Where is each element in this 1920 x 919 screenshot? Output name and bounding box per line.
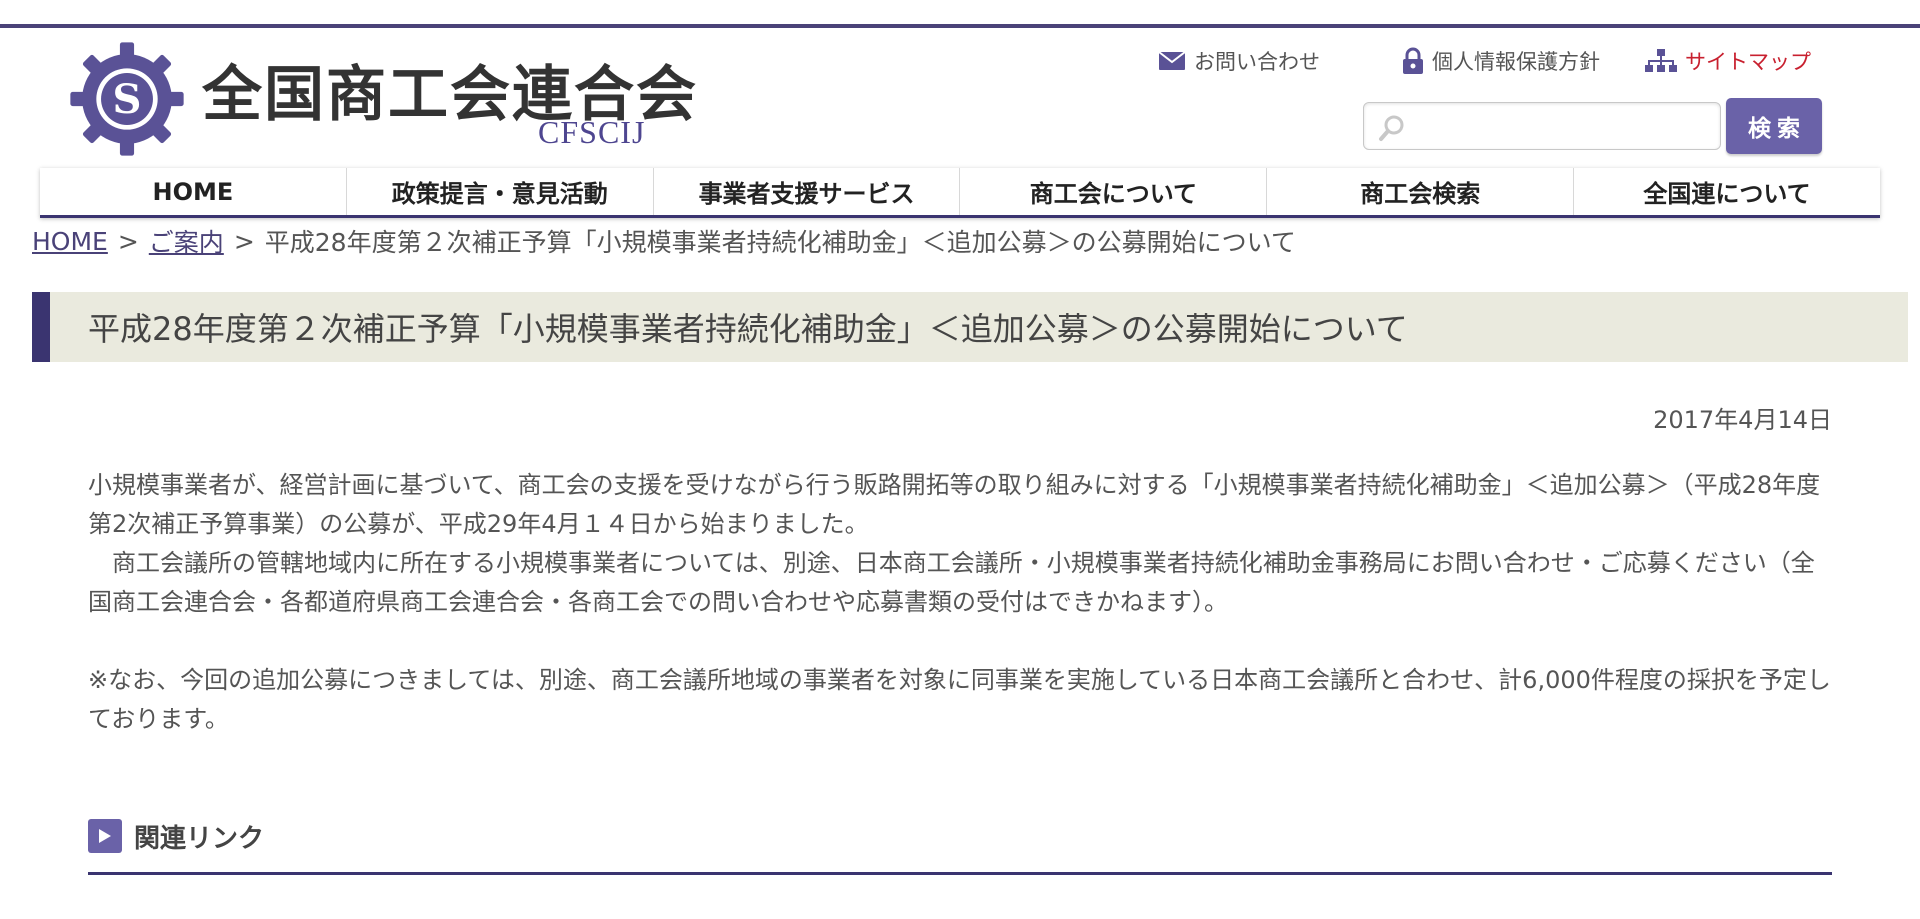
article-paragraph: ※なお、今回の追加公募につきましては、別途、商工会議所地域の事業者を対象に同事業…	[88, 666, 1831, 733]
sitemap-icon	[1645, 49, 1677, 72]
global-nav: HOME 政策提言・意見活動 事業者支援サービス 商工会について 商工会検索 全…	[40, 168, 1880, 218]
sitemap-link[interactable]: サイトマップ	[1645, 46, 1811, 76]
breadcrumb-separator: >	[117, 226, 139, 256]
related-links-label: 関連リンク	[134, 823, 265, 854]
related-links-rule	[88, 872, 1832, 875]
search-button[interactable]: 検索	[1726, 98, 1822, 154]
logo-subtitle: CFSCIJ	[538, 114, 646, 150]
sitemap-label: サイトマップ	[1685, 50, 1811, 74]
privacy-link[interactable]: 個人情報保護方針	[1402, 46, 1600, 76]
contact-link[interactable]: お問い合わせ	[1158, 46, 1320, 76]
mail-icon	[1158, 51, 1186, 70]
nav-item-support[interactable]: 事業者支援サービス	[654, 168, 961, 215]
play-arrow-icon	[88, 819, 122, 853]
nav-item-about-federation[interactable]: 全国連について	[1574, 168, 1880, 215]
post-date: 2017年4月14日	[1653, 406, 1832, 434]
emblem-letter: S	[113, 76, 142, 123]
nav-item-policy[interactable]: 政策提言・意見活動	[347, 168, 654, 215]
breadcrumb-current: 平成28年度第２次補正予算「小規模事業者持続化補助金」＜追加公募＞の公募開始につ…	[264, 228, 1296, 257]
gear-emblem-icon: S	[70, 42, 184, 156]
top-accent-rule	[0, 24, 1920, 28]
related-links-heading: 関連リンク	[88, 818, 264, 854]
article-body: 小規模事業者が、経営計画に基づいて、商工会の支援を受けながら行う販路開拓等の取り…	[88, 466, 1832, 739]
breadcrumb-home-link[interactable]: HOME	[32, 227, 108, 256]
article-paragraph: 小規模事業者が、経営計画に基づいて、商工会の支援を受けながら行う販路開拓等の取り…	[88, 471, 1821, 538]
page-title-bar: 平成28年度第２次補正予算「小規模事業者持続化補助金」＜追加公募＞の公募開始につ…	[32, 292, 1908, 362]
privacy-label: 個人情報保護方針	[1432, 50, 1600, 74]
search-icon	[1379, 115, 1404, 141]
search-input[interactable]	[1364, 103, 1720, 149]
contact-label: お問い合わせ	[1194, 50, 1320, 74]
breadcrumb-separator: >	[233, 226, 255, 256]
nav-item-about-shokokai[interactable]: 商工会について	[960, 168, 1268, 215]
lock-icon	[1403, 47, 1423, 74]
search-box[interactable]	[1363, 102, 1721, 150]
nav-item-search[interactable]: 商工会検索	[1267, 168, 1575, 215]
breadcrumb-category-link[interactable]: ご案内	[149, 223, 224, 259]
site-logo[interactable]: S 全国商工会連合会 CFSCIJ	[68, 38, 696, 158]
breadcrumb: HOME > ご案内 > 平成28年度第２次補正予算「小規模事業者持続化補助金」…	[32, 222, 1296, 260]
page-title: 平成28年度第２次補正予算「小規模事業者持続化補助金」＜追加公募＞の公募開始につ…	[88, 310, 1408, 348]
article-paragraph: 商工会議所の管轄地域内に所在する小規模事業者については、別途、日本商工会議所・小…	[88, 549, 1815, 616]
nav-item-home[interactable]: HOME	[40, 168, 347, 215]
